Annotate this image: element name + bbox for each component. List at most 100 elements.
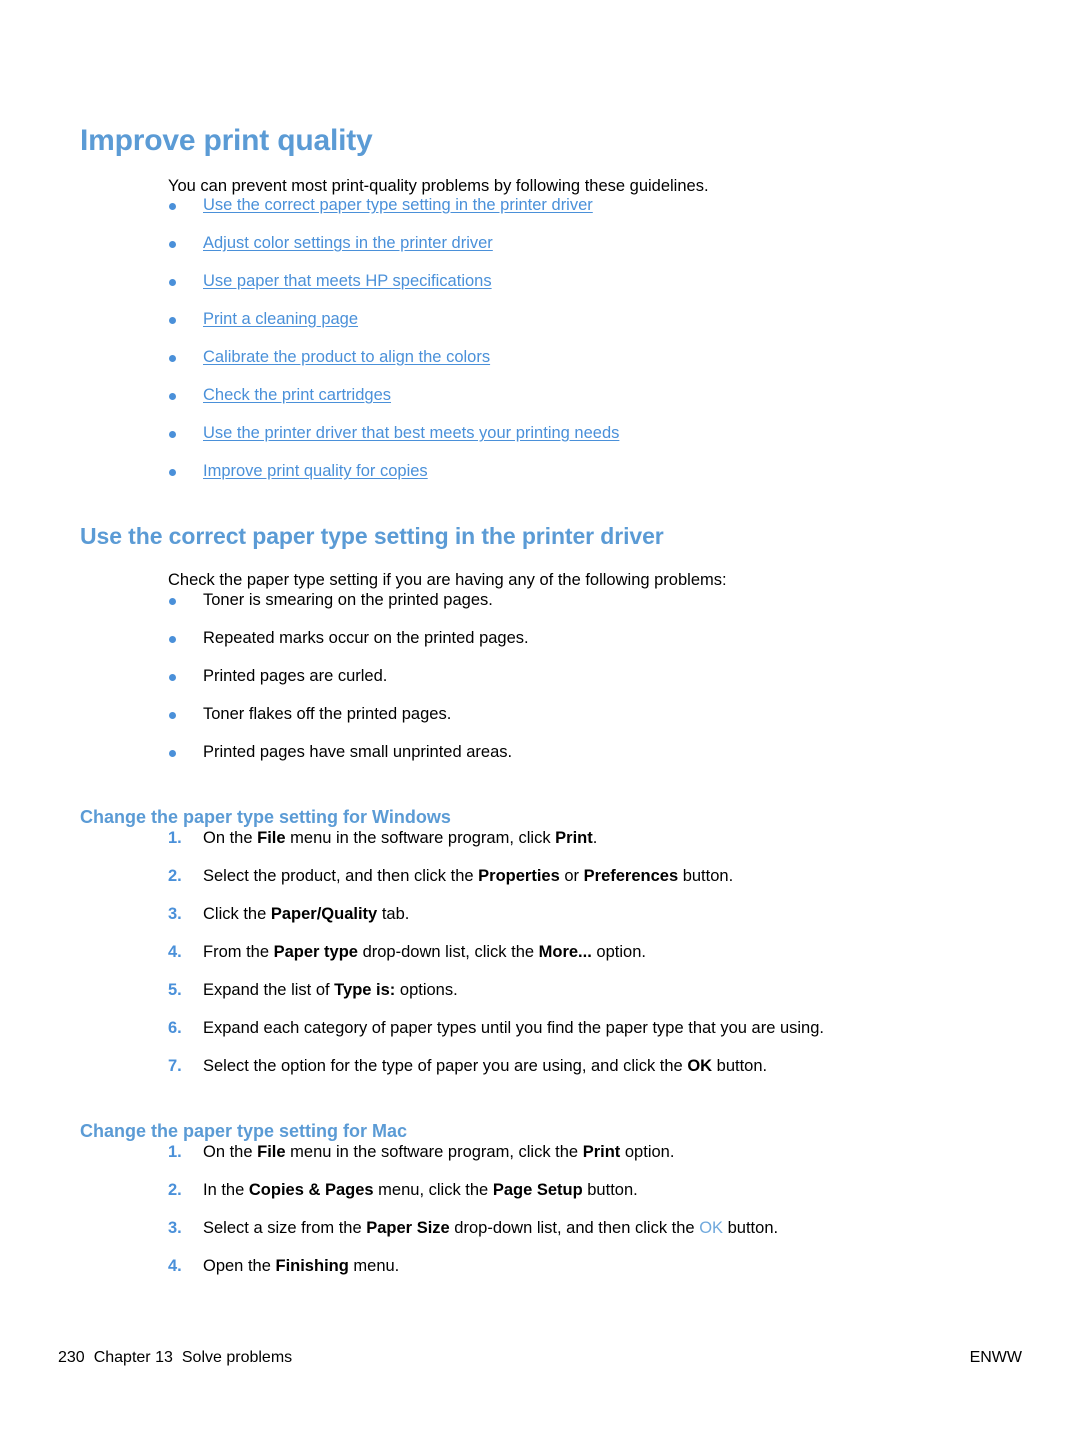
list-item[interactable]: Calibrate the product to align the color…: [168, 348, 619, 386]
toc-link[interactable]: Print a cleaning page: [203, 310, 358, 328]
step-text-run: Open the: [203, 1257, 276, 1275]
bullet-dot-icon: [169, 355, 176, 362]
list-item: Printed pages are curled.: [168, 667, 529, 705]
toc-link[interactable]: Calibrate the product to align the color…: [203, 348, 490, 366]
step-text-emphasis: File: [257, 1143, 286, 1161]
step-text-run: menu in the software program, click the: [285, 1143, 583, 1161]
step-number: 5.: [168, 981, 182, 999]
mac-step: 3. Select a size from the Paper Size drop…: [168, 1219, 778, 1257]
bullet-dot-icon: [169, 203, 176, 210]
step-text-run: tab.: [377, 905, 410, 923]
footer-chapter-title: Solve problems: [181, 1349, 293, 1366]
windows-step: 4. From the Paper type drop-down list, cl…: [168, 943, 824, 981]
table-of-contents-list: Use the correct paper type setting in th…: [168, 196, 619, 500]
list-item: Toner is smearing on the printed pages.: [168, 591, 529, 629]
step-text-emphasis: OK: [687, 1057, 713, 1075]
step-text-emphasis: File: [257, 829, 286, 847]
step-number: 3.: [168, 905, 182, 923]
mac-steps-list: 1. On the File menu in the software progr…: [168, 1143, 778, 1295]
step-text-emphasis: Page Setup: [492, 1181, 583, 1199]
step-text-emphasis: Type is:: [334, 981, 396, 999]
step-text-run: menu, click the: [373, 1181, 493, 1199]
step-text-run: Click the: [203, 905, 271, 923]
footer-page-number: 230: [58, 1349, 85, 1366]
step-number: 1.: [168, 1143, 182, 1161]
step-text-emphasis: Paper Size: [366, 1219, 450, 1237]
toc-link[interactable]: Use the correct paper type setting in th…: [203, 196, 593, 214]
step-text-emphasis: Print: [582, 1143, 621, 1161]
windows-steps-list: 1. On the File menu in the software progr…: [168, 829, 824, 1095]
step-number: 1.: [168, 829, 182, 847]
list-item[interactable]: Use the printer driver that best meets y…: [168, 424, 619, 462]
step-number: 3.: [168, 1219, 182, 1237]
step-text-run: or: [559, 867, 584, 885]
bullet-dot-icon: [169, 469, 176, 476]
bullet-dot-icon: [169, 712, 176, 719]
step-number: 4.: [168, 1257, 182, 1275]
step-text-run: Expand each category of paper types unti…: [203, 1019, 824, 1037]
toc-link[interactable]: Adjust color settings in the printer dri…: [203, 234, 493, 252]
step-text-run: options.: [395, 981, 458, 999]
list-item[interactable]: Use paper that meets HP specifications: [168, 272, 619, 310]
step-text-emphasis: Paper/Quality: [270, 905, 378, 923]
list-item[interactable]: Check the print cartridges: [168, 386, 619, 424]
step-number: 4.: [168, 943, 182, 961]
list-item: Toner flakes off the printed pages.: [168, 705, 529, 743]
step-text-run: button.: [712, 1057, 768, 1075]
intro-paragraph: You can prevent most print-quality probl…: [168, 176, 709, 195]
list-item[interactable]: Adjust color settings in the printer dri…: [168, 234, 619, 272]
step-text-run: From the: [203, 943, 274, 961]
toc-link[interactable]: Check the print cartridges: [203, 386, 391, 404]
page-footer: 230 Chapter 13 Solve problems ENWW: [0, 1349, 1080, 1375]
step-text: Select a size from the Paper Size drop-d…: [203, 1219, 778, 1237]
bullet-dot-icon: [169, 317, 176, 324]
bullet-dot-icon: [169, 431, 176, 438]
list-item-label: Toner is smearing on the printed pages.: [203, 591, 493, 609]
windows-step: 3. Click the Paper/Quality tab.: [168, 905, 824, 943]
step-text: Expand each category of paper types unti…: [203, 1019, 824, 1037]
step-text-run: Select the product, and then click the: [203, 867, 479, 885]
step-text: On the File menu in the software program…: [203, 829, 597, 847]
step-text-run: Select a size from the: [203, 1219, 367, 1237]
toc-link[interactable]: Use paper that meets HP specifications: [203, 272, 492, 290]
toc-link[interactable]: Use the printer driver that best meets y…: [203, 424, 619, 442]
list-item[interactable]: Print a cleaning page: [168, 310, 619, 348]
mac-step: 2. In the Copies & Pages menu, click the …: [168, 1181, 778, 1219]
step-text: Expand the list of Type is: options.: [203, 981, 458, 999]
footer-left: 230 Chapter 13 Solve problems: [58, 1349, 292, 1367]
list-item-label: Printed pages are curled.: [203, 667, 388, 685]
step-text-run: drop-down list, and then click the: [449, 1219, 700, 1237]
step-text-run: menu.: [348, 1257, 400, 1275]
page-title: Improve print quality: [80, 124, 373, 158]
windows-step: 6. Expand each category of paper types un…: [168, 1019, 824, 1057]
step-text-run: button.: [723, 1219, 779, 1237]
subsection-heading-windows: Change the paper type setting for Window…: [80, 807, 451, 827]
step-text-run: button.: [678, 867, 734, 885]
step-text-run: option.: [620, 1143, 675, 1161]
step-text: Select the option for the type of paper …: [203, 1057, 767, 1075]
step-text: Click the Paper/Quality tab.: [203, 905, 409, 923]
step-text: On the File menu in the software program…: [203, 1143, 674, 1161]
windows-step: 7. Select the option for the type of pape…: [168, 1057, 824, 1095]
step-text: Open the Finishing menu.: [203, 1257, 399, 1275]
list-item: Printed pages have small unprinted areas…: [168, 743, 529, 781]
step-text-run: Select the option for the type of paper …: [203, 1057, 688, 1075]
step-number: 6.: [168, 1019, 182, 1037]
step-text-emphasis: Print: [555, 829, 593, 847]
step-text-emphasis: OK: [699, 1219, 724, 1237]
step-text-run: option.: [591, 943, 646, 961]
toc-link[interactable]: Improve print quality for copies: [203, 462, 428, 480]
section-heading-paper-type: Use the correct paper type setting in th…: [80, 523, 664, 550]
list-item-label: Repeated marks occur on the printed page…: [203, 629, 529, 647]
bullet-dot-icon: [169, 393, 176, 400]
step-text-emphasis: Copies & Pages: [248, 1181, 374, 1199]
step-text-run: drop-down list, click the: [357, 943, 539, 961]
step-text-run: In the: [203, 1181, 249, 1199]
bullet-dot-icon: [169, 636, 176, 643]
problems-list: Toner is smearing on the printed pages. R…: [168, 591, 529, 781]
list-item[interactable]: Improve print quality for copies: [168, 462, 619, 500]
bullet-dot-icon: [169, 279, 176, 286]
step-text-emphasis: Properties: [478, 867, 560, 885]
step-text-run: button.: [582, 1181, 638, 1199]
list-item[interactable]: Use the correct paper type setting in th…: [168, 196, 619, 234]
